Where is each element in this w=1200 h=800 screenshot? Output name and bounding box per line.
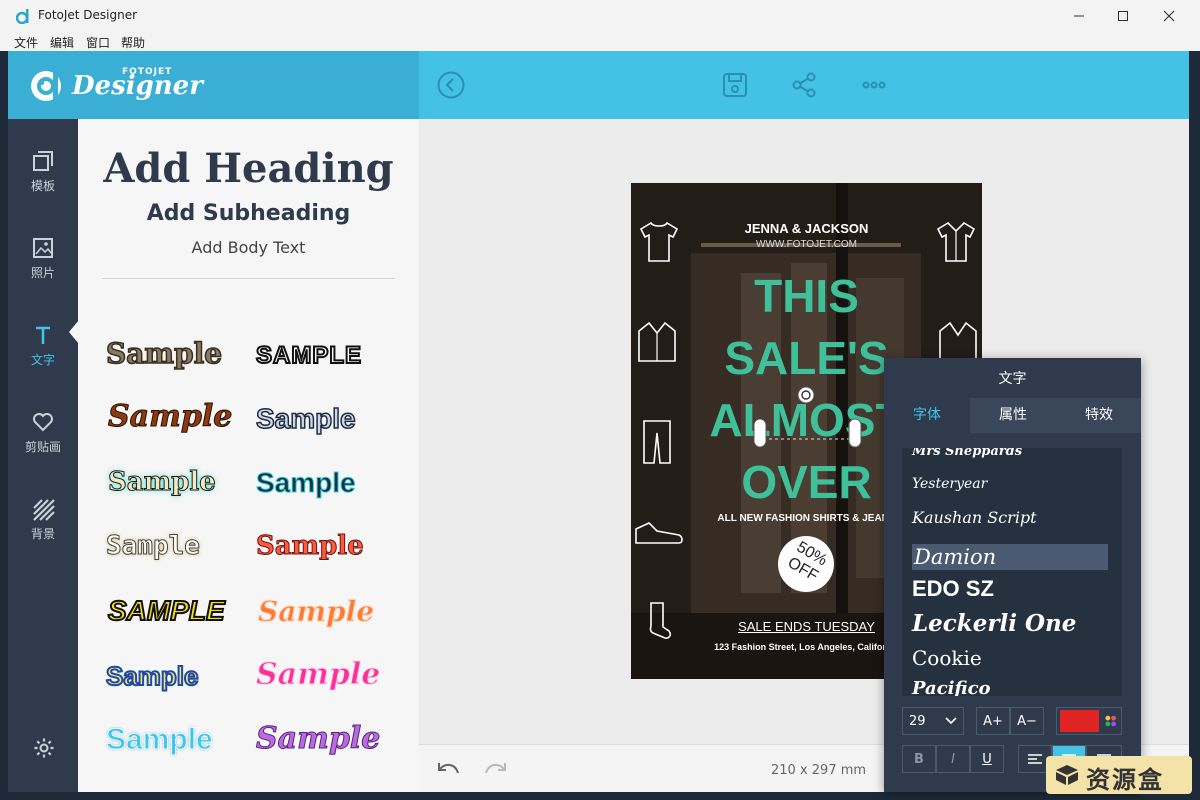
text-settings-panel: 文字 字体 属性 特效 Mrs Sheppards Yesteryear Kau…	[884, 358, 1141, 792]
italic-button[interactable]: I	[936, 745, 970, 773]
logo-big-text: Designer	[72, 71, 203, 101]
font-list[interactable]: Mrs Sheppards Yesteryear Kaushan Script …	[902, 448, 1122, 696]
close-button[interactable]	[1146, 0, 1192, 32]
close-icon	[1163, 10, 1175, 22]
nav-clipart[interactable]: 剪贴画	[8, 400, 78, 460]
palette-icon	[1104, 715, 1116, 727]
sample-style-1[interactable]: Sample	[105, 336, 223, 371]
share-icon[interactable]	[790, 71, 818, 99]
menu-bar: 文件 编辑 窗口 帮助	[0, 32, 1200, 51]
settings-gear-icon[interactable]	[33, 737, 55, 759]
menu-window[interactable]: 窗口	[86, 34, 110, 51]
nav-label: 文字	[30, 353, 55, 367]
text-icon	[36, 326, 50, 344]
tab-effects[interactable]: 特效	[1056, 398, 1142, 433]
tab-font[interactable]: 字体	[884, 398, 970, 433]
text-color-swatch	[1060, 710, 1099, 732]
template-icon	[33, 151, 53, 171]
sample-style-14[interactable]: Sample	[255, 721, 380, 757]
font-option[interactable]: Leckerli One	[912, 610, 1108, 637]
text-panel-title: 文字	[998, 371, 1027, 387]
nav-photos[interactable]: 照片	[8, 226, 78, 286]
page-size-label: 210 x 297 mm	[771, 763, 867, 778]
add-body-text-button[interactable]: Add Body Text	[78, 238, 419, 257]
maximize-button[interactable]	[1100, 0, 1146, 32]
poster-headline-1[interactable]: THIS	[631, 269, 982, 323]
nav-templates[interactable]: 模板	[8, 139, 78, 199]
menu-edit[interactable]: 编辑	[50, 34, 74, 51]
sample-style-11[interactable]: Sample	[105, 660, 199, 692]
nav-background[interactable]: 背景	[8, 487, 78, 547]
window-title: FotoJet Designer	[38, 8, 138, 22]
undo-icon[interactable]	[437, 761, 461, 779]
text-color-picker[interactable]	[1056, 707, 1122, 735]
sample-style-3[interactable]: Sample	[107, 399, 232, 435]
logo-bar: FOTOJET Designer	[8, 51, 419, 119]
text-settings-tabs: 字体 属性 特效	[884, 398, 1141, 433]
bold-button[interactable]: B	[902, 745, 936, 773]
underline-button[interactable]: U	[970, 745, 1004, 773]
sample-style-12[interactable]: Sample	[255, 657, 380, 693]
maximize-icon	[1118, 11, 1128, 21]
font-option[interactable]: Mrs Sheppards	[912, 448, 1108, 459]
align-left-icon	[1028, 754, 1042, 764]
font-option[interactable]: Pacifico	[912, 678, 1108, 696]
title-bar: FotoJet Designer	[0, 0, 1200, 32]
nav-label: 背景	[30, 527, 55, 541]
panel-divider	[102, 278, 395, 279]
top-toolbar	[419, 51, 1189, 119]
sample-style-10[interactable]: Sample	[257, 595, 374, 629]
box-logo-icon	[1056, 765, 1078, 785]
tab-properties[interactable]: 属性	[970, 398, 1056, 433]
font-size-value: 29	[909, 713, 926, 729]
sample-style-2[interactable]: SAMPLE	[255, 341, 362, 370]
fotojet-logo-icon	[31, 69, 61, 101]
sample-style-6[interactable]: Sample	[256, 467, 357, 499]
redo-icon[interactable]	[483, 761, 507, 779]
menu-file[interactable]: 文件	[14, 34, 38, 51]
photo-icon	[33, 238, 53, 258]
watermark-text: 资源盒	[1086, 766, 1164, 794]
nav-label: 模板	[30, 179, 55, 193]
sample-style-8[interactable]: Sample	[256, 531, 365, 562]
background-icon	[33, 499, 55, 521]
font-option[interactable]: Cookie	[912, 646, 1108, 670]
sample-style-7[interactable]: Sample	[106, 531, 201, 562]
add-heading-button[interactable]: Add Heading	[78, 145, 419, 192]
poster-website[interactable]: WWW.FOTOJET.COM	[631, 239, 982, 250]
save-icon[interactable]	[721, 71, 749, 99]
chevron-down-icon	[945, 717, 957, 725]
nav-label: 剪贴画	[24, 440, 61, 454]
font-size-increase-button[interactable]: A+	[976, 707, 1010, 735]
heart-icon	[33, 413, 53, 432]
app-logo-icon	[16, 9, 29, 24]
nav-label: 照片	[30, 266, 55, 280]
font-size-select[interactable]: 29	[902, 707, 964, 735]
sample-style-9[interactable]: SAMPLE	[107, 594, 226, 627]
sample-style-4[interactable]: Sample	[255, 402, 356, 435]
add-subheading-button[interactable]: Add Subheading	[78, 201, 419, 226]
font-option-selected[interactable]: Damion	[912, 544, 1108, 570]
sample-style-5[interactable]: Sample	[108, 467, 217, 498]
text-selection-handles[interactable]	[749, 383, 869, 453]
font-option[interactable]: Kaushan Script	[912, 508, 1108, 527]
minimize-button[interactable]	[1056, 0, 1102, 32]
sample-style-13[interactable]: Sample	[106, 723, 214, 757]
back-circle-icon[interactable]	[437, 71, 465, 99]
font-option[interactable]: Yesteryear	[912, 476, 1108, 492]
font-option[interactable]: EDO SZ	[912, 576, 1108, 602]
left-nav: 模板 照片 文字 剪贴画 背景	[8, 119, 78, 792]
poster-names[interactable]: JENNA & JACKSON	[631, 221, 982, 236]
minimize-icon	[1074, 15, 1084, 17]
menu-help[interactable]: 帮助	[121, 34, 145, 51]
nav-text[interactable]: 文字	[8, 313, 78, 373]
text-panel: Add Heading Add Subheading Add Body Text…	[78, 119, 419, 792]
font-size-decrease-button[interactable]: A−	[1010, 707, 1044, 735]
more-icon[interactable]	[860, 71, 888, 99]
watermark: 资源盒	[1046, 756, 1192, 794]
